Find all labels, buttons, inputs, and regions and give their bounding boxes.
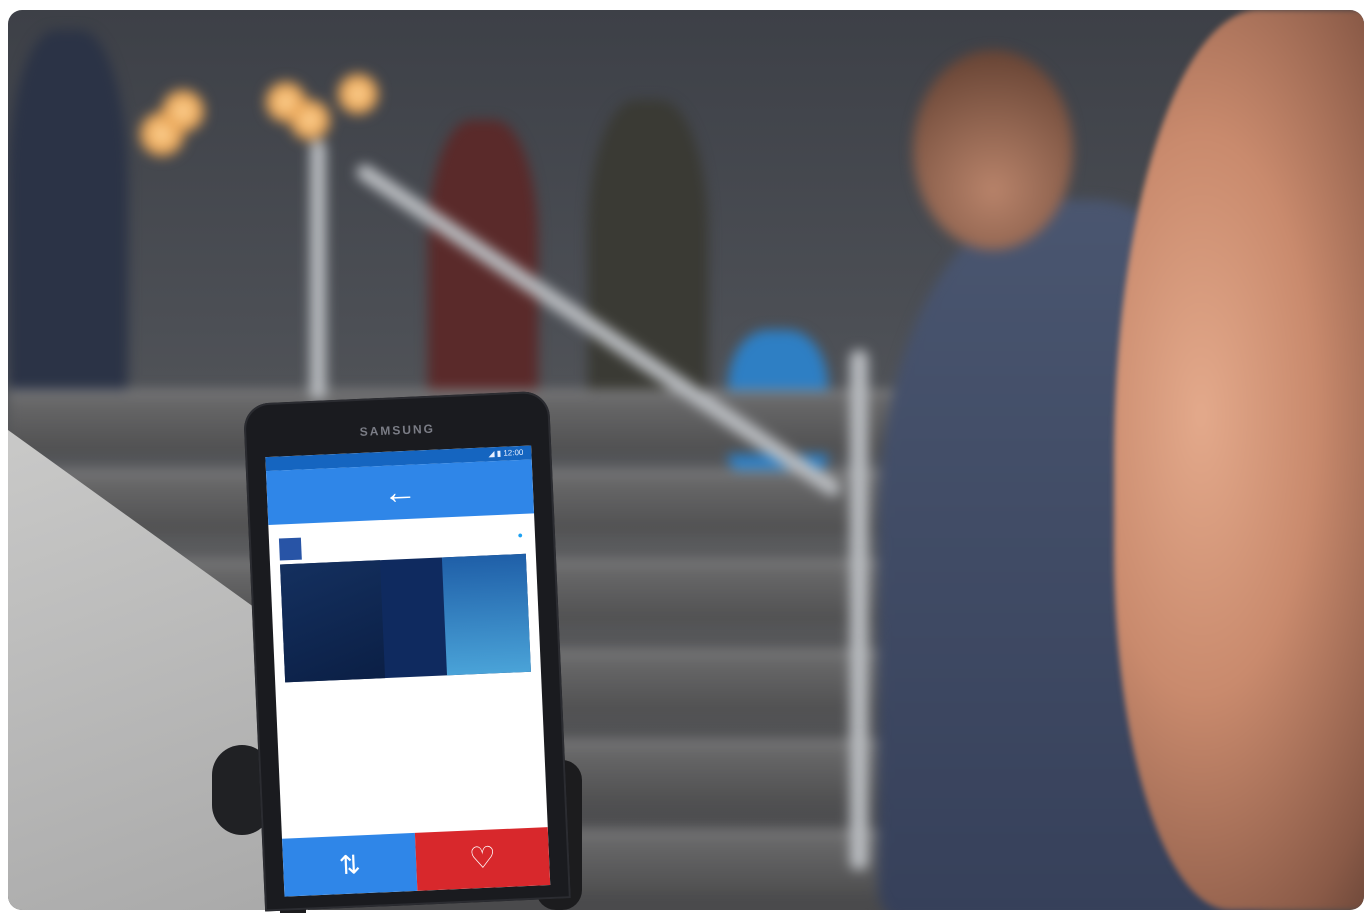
tweet-image-card[interactable] xyxy=(280,553,531,683)
bokeh-light xyxy=(288,98,332,142)
card-image xyxy=(441,553,531,676)
tweet-body xyxy=(286,682,532,693)
heart-icon: ♡ xyxy=(468,841,497,876)
handrail-post xyxy=(310,140,326,400)
bokeh-light xyxy=(160,88,206,134)
handrail-post xyxy=(850,350,868,870)
crowd-person xyxy=(588,100,708,430)
tweet-card[interactable]: ● xyxy=(268,513,541,683)
avatar[interactable] xyxy=(278,537,302,561)
like-button[interactable]: ♡ xyxy=(414,827,551,891)
phone-brand: SAMSUNG xyxy=(359,421,436,439)
smartphone: SAMSUNG ◢ ▮ 12:00 ← ● ⇅ ♡ xyxy=(243,390,571,912)
retweet-icon: ⇅ xyxy=(338,849,362,881)
twitter-bird-icon: ● xyxy=(517,529,524,541)
action-bar: ⇅ ♡ xyxy=(281,827,551,897)
crowd-person xyxy=(8,30,128,410)
retweet-button[interactable]: ⇅ xyxy=(281,832,418,897)
phone-screen: ◢ ▮ 12:00 ← ● ⇅ ♡ xyxy=(265,445,551,897)
card-promo-text xyxy=(280,560,386,683)
bokeh-light xyxy=(336,72,380,116)
man-head xyxy=(913,50,1073,250)
back-arrow-icon[interactable]: ← xyxy=(382,473,418,512)
